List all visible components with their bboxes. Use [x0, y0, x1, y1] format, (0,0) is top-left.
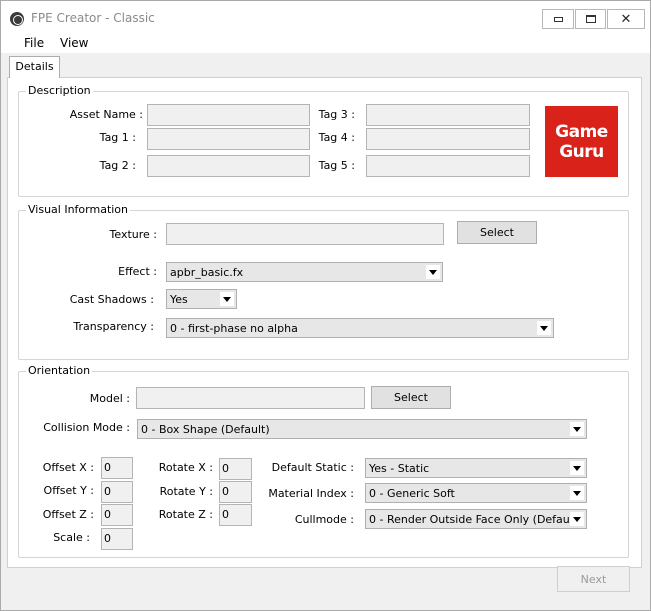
offset-y-input[interactable]: 0 — [101, 481, 133, 503]
tag2-label: Tag 2 : — [99, 159, 136, 172]
offset-x-label: Offset X : — [42, 461, 94, 474]
asset-name-input[interactable] — [147, 104, 310, 126]
collision-mode-select[interactable]: 0 - Box Shape (Default) — [137, 419, 587, 439]
offset-y-label: Offset Y : — [43, 484, 94, 497]
effect-select[interactable]: apbr_basic.fx — [166, 262, 443, 282]
model-input[interactable] — [136, 387, 365, 409]
tag2-input[interactable] — [147, 155, 310, 177]
chevron-down-icon[interactable] — [570, 461, 584, 475]
maximize-button[interactable] — [575, 9, 606, 29]
menu-file[interactable]: File — [24, 36, 44, 50]
cullmode-value: 0 - Render Outside Face Only (Default) — [369, 513, 582, 526]
transparency-select[interactable]: 0 - first-phase no alpha — [166, 318, 554, 338]
rotate-x-input[interactable]: 0 — [219, 458, 252, 480]
close-button[interactable]: ✕ — [607, 9, 645, 29]
maximize-icon — [585, 15, 596, 23]
chevron-down-icon[interactable] — [570, 512, 584, 526]
material-index-select[interactable]: 0 - Generic Soft — [365, 483, 587, 503]
tag5-input[interactable] — [366, 155, 530, 177]
menu-view[interactable]: View — [60, 36, 88, 50]
rotate-z-label: Rotate Z : — [158, 508, 213, 521]
collision-mode-value: 0 - Box Shape (Default) — [141, 423, 270, 436]
menu-bar: File View — [1, 33, 650, 53]
default-static-label: Default Static : — [271, 461, 354, 474]
chevron-down-icon[interactable] — [570, 422, 584, 436]
rotate-x-label: Rotate X : — [158, 461, 213, 474]
tag4-label: Tag 4 : — [318, 131, 355, 144]
chevron-down-icon[interactable] — [570, 486, 584, 500]
rotate-y-input[interactable]: 0 — [219, 481, 252, 503]
tag3-label: Tag 3 : — [318, 108, 355, 121]
window-title: FPE Creator - Classic — [31, 11, 155, 25]
tag4-input[interactable] — [366, 128, 530, 150]
title-bar: FPE Creator - Classic ✕ — [1, 1, 650, 33]
orientation-group-title: Orientation — [26, 364, 93, 377]
offset-z-label: Offset Z : — [42, 508, 94, 521]
minimize-icon — [553, 16, 563, 22]
cast-shadows-label: Cast Shadows : — [69, 293, 154, 306]
chevron-down-icon[interactable] — [537, 321, 551, 335]
description-group-title: Description — [26, 84, 93, 97]
texture-input[interactable] — [166, 223, 444, 245]
scale-label: Scale : — [53, 531, 90, 544]
rotate-z-input[interactable]: 0 — [219, 504, 252, 526]
close-icon: ✕ — [620, 11, 632, 27]
scale-input[interactable]: 0 — [101, 528, 133, 550]
tag1-input[interactable] — [147, 128, 310, 150]
offset-x-input[interactable]: 0 — [101, 457, 133, 479]
effect-label: Effect : — [118, 265, 157, 278]
visual-info-group-title: Visual Information — [26, 203, 131, 216]
next-button[interactable]: Next — [557, 566, 630, 592]
chevron-down-icon[interactable] — [426, 265, 440, 279]
app-window: FPE Creator - Classic ✕ File View Detail… — [0, 0, 651, 611]
cullmode-select[interactable]: 0 - Render Outside Face Only (Default) — [365, 509, 587, 529]
default-static-select[interactable]: Yes - Static — [365, 458, 587, 478]
tag5-label: Tag 5 : — [318, 159, 355, 172]
transparency-value: 0 - first-phase no alpha — [170, 322, 298, 335]
tab-details[interactable]: Details — [9, 56, 60, 78]
tag1-label: Tag 1 : — [99, 131, 136, 144]
logo-line-2: Guru — [559, 142, 604, 162]
gameguru-logo: Game Guru — [545, 106, 618, 177]
asset-name-label: Asset Name : — [69, 108, 143, 121]
transparency-label: Transparency : — [73, 320, 154, 333]
cast-shadows-select[interactable]: Yes — [166, 289, 237, 309]
cast-shadows-value: Yes — [170, 293, 188, 306]
material-index-label: Material Index : — [268, 487, 354, 500]
offset-z-input[interactable]: 0 — [101, 504, 133, 526]
rotate-y-label: Rotate Y : — [159, 485, 213, 498]
app-icon — [10, 12, 24, 26]
default-static-value: Yes - Static — [369, 462, 430, 475]
texture-label: Texture : — [109, 228, 157, 241]
effect-value: apbr_basic.fx — [170, 266, 244, 279]
minimize-button[interactable] — [542, 9, 574, 29]
chevron-down-icon[interactable] — [220, 292, 234, 306]
model-label: Model : — [89, 392, 130, 405]
cullmode-label: Cullmode : — [294, 513, 354, 526]
material-index-value: 0 - Generic Soft — [369, 487, 455, 500]
tag3-input[interactable] — [366, 104, 530, 126]
texture-select-button[interactable]: Select — [457, 221, 537, 244]
model-select-button[interactable]: Select — [371, 386, 451, 409]
description-group: Description — [18, 84, 629, 197]
logo-line-1: Game — [555, 122, 608, 142]
collision-mode-label: Collision Mode : — [43, 421, 130, 434]
